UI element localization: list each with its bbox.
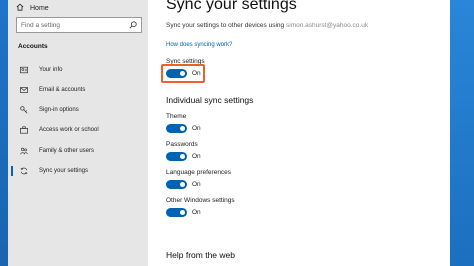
highlight-box	[161, 64, 205, 83]
home-nav-item[interactable]: Home	[16, 2, 49, 14]
sidebar-item-family-users[interactable]: Family & other users	[8, 142, 148, 160]
sidebar-item-email-accounts[interactable]: Email & accounts	[8, 81, 148, 99]
mail-icon	[20, 86, 28, 94]
help-from-web-heading: Help from the web	[166, 250, 235, 260]
passwords-toggle-row[interactable]: On	[166, 152, 201, 161]
passwords-label: Passwords	[166, 141, 198, 148]
description-text: Sync your settings to other devices usin…	[166, 22, 285, 29]
search-box[interactable]	[16, 17, 142, 33]
key-icon	[20, 106, 28, 114]
sidebar-item-label: Email & accounts	[39, 87, 86, 93]
sidebar-item-sync-settings[interactable]: Sync your settings	[8, 162, 148, 180]
how-does-syncing-work-link[interactable]: How does syncing work?	[166, 42, 232, 48]
desktop-background-right	[450, 0, 474, 266]
account-email: simon.ashurst@yahoo.co.uk	[285, 22, 369, 29]
sync-description: Sync your settings to other devices usin…	[166, 22, 368, 29]
other-windows-settings-toggle-row[interactable]: On	[166, 208, 201, 217]
passwords-toggle[interactable]	[166, 152, 187, 161]
toggle-state: On	[192, 125, 201, 132]
individual-sync-heading: Individual sync settings	[166, 95, 254, 105]
people-icon	[20, 147, 28, 155]
sidebar-item-label: Access work or school	[39, 127, 99, 133]
sidebar-item-your-info[interactable]: Your info	[8, 61, 148, 79]
other-windows-settings-label: Other Windows settings	[166, 197, 235, 204]
toggle-state: On	[192, 153, 201, 160]
briefcase-icon	[20, 126, 28, 134]
sidebar-item-access-work[interactable]: Access work or school	[8, 121, 148, 139]
sync-icon	[20, 167, 28, 175]
other-windows-settings-toggle[interactable]	[166, 208, 187, 217]
sidebar-item-label: Your info	[39, 67, 63, 73]
search-icon[interactable]	[129, 21, 137, 29]
search-input[interactable]	[21, 21, 129, 29]
home-label: Home	[30, 4, 49, 12]
sidebar: Home Accounts Your info Email & accounts	[8, 0, 148, 266]
sidebar-item-sign-in-options[interactable]: Sign-in options	[8, 101, 148, 119]
settings-window: Home Accounts Your info Email & accounts	[8, 0, 450, 266]
sidebar-item-label: Family & other users	[39, 148, 95, 154]
home-icon	[16, 3, 24, 13]
toggle-state: On	[192, 209, 201, 216]
desktop-background-left	[0, 0, 8, 266]
sidebar-item-label: Sync your settings	[39, 168, 89, 174]
page-title: Sync your settings	[166, 0, 297, 13]
theme-label: Theme	[166, 113, 187, 120]
language-preferences-toggle[interactable]	[166, 180, 187, 189]
theme-toggle[interactable]	[166, 124, 187, 133]
language-preferences-toggle-row[interactable]: On	[166, 180, 201, 189]
language-preferences-label: Language preferences	[166, 169, 232, 176]
active-indicator	[11, 166, 13, 176]
main-content: Sync your settings Sync your settings to…	[148, 0, 450, 266]
sidebar-item-label: Sign-in options	[39, 107, 79, 113]
toggle-state: On	[192, 181, 201, 188]
theme-toggle-row[interactable]: On	[166, 124, 201, 133]
accounts-section-title: Accounts	[18, 43, 48, 50]
person-card-icon	[20, 66, 28, 74]
